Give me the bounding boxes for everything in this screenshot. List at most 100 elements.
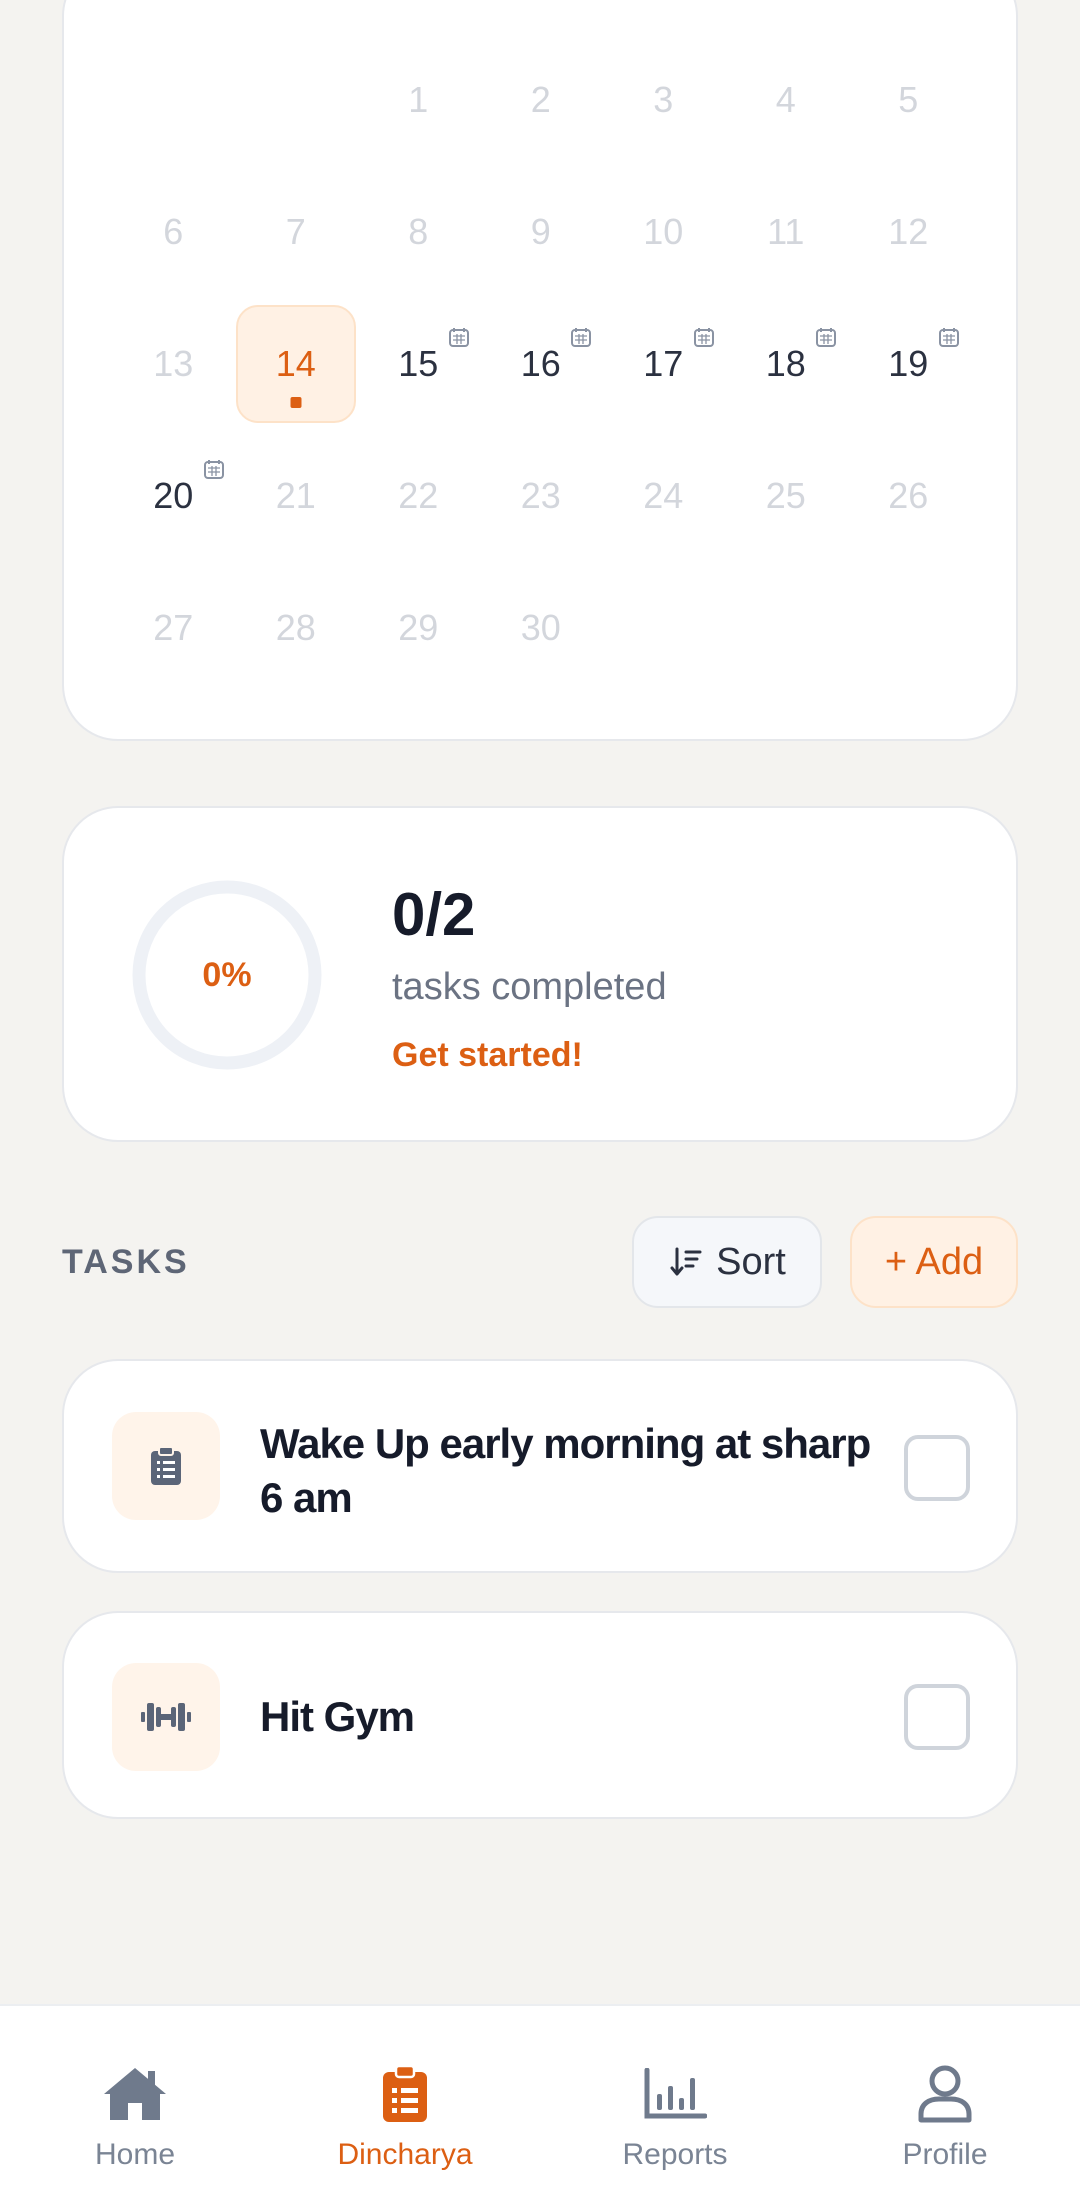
calendar-day-number: 16 [520, 343, 561, 384]
calendar-day[interactable]: 4 [725, 34, 848, 166]
calendar-day-number: 15 [398, 343, 439, 384]
sort-button[interactable]: Sort [632, 1216, 822, 1308]
task-item[interactable]: Wake Up early morning at sharp 6 am [62, 1359, 1018, 1573]
calendar-day-number: 17 [643, 343, 684, 384]
calendar-day-number: 14 [275, 343, 316, 384]
calendar-day[interactable]: 16 [480, 298, 603, 430]
calendar-day[interactable]: 26 [847, 430, 970, 562]
calendar-empty-cell [235, 34, 358, 166]
progress-percent: 0% [202, 955, 252, 994]
task-label: Wake Up early morning at sharp 6 am [260, 1420, 871, 1521]
calendar-event-icon [571, 328, 591, 347]
calendar-day-number: 6 [163, 211, 184, 252]
calendar-day-number: 11 [767, 211, 805, 252]
calendar-day-number: 3 [653, 79, 674, 120]
calendar-day[interactable]: 8 [357, 166, 480, 298]
calendar-day-number: 22 [398, 475, 439, 516]
calendar-event-icon [203, 460, 224, 479]
calendar-day-number: 28 [275, 607, 316, 648]
nav-label: Reports [622, 2138, 728, 2171]
calendar-day[interactable]: 17 [602, 298, 725, 430]
calendar-event-icon [448, 328, 469, 347]
tasks-completed-label: tasks completed [392, 966, 667, 1008]
calendar-day-number: 2 [530, 79, 551, 120]
calendar-day-number: 10 [643, 211, 684, 252]
calendar-day-number: 9 [530, 211, 551, 252]
calendar-grid: 1 2 3 4 5 6 7 8 9 10 11 12 13 14 15 16 17 18 19 20 21 22 23 24 2… [62, 34, 1018, 694]
calendar-day[interactable]: 13 [112, 298, 235, 430]
calendar-day[interactable]: 14 [235, 298, 358, 430]
dumbbell-icon [112, 1663, 220, 1771]
calendar-event-icon [816, 328, 836, 347]
add-task-button[interactable]: + Add [850, 1216, 1018, 1308]
calendar-day[interactable]: 22 [357, 430, 480, 562]
calendar-day-number: 5 [898, 79, 919, 120]
calendar-day-number: 21 [275, 475, 316, 516]
calendar-empty-cell [847, 562, 970, 694]
calendar-day[interactable]: 15 [357, 298, 480, 430]
calendar-day-number: 24 [643, 475, 684, 516]
calendar-empty-cell [725, 562, 848, 694]
calendar-event-icon [693, 328, 714, 347]
calendar-empty-cell [112, 34, 235, 166]
calendar-day[interactable]: 3 [602, 34, 725, 166]
nav-item-home[interactable]: Home [0, 2006, 270, 2199]
calendar-day-number: 29 [398, 607, 439, 648]
task-checkbox[interactable] [904, 1684, 970, 1750]
calendar-day-number: 30 [520, 607, 561, 648]
nav-item-profile[interactable]: Profile [810, 2006, 1080, 2199]
calendar-day-number: 8 [408, 211, 429, 252]
tasks-count: 0/2 [392, 881, 476, 948]
calendar-day[interactable]: 23 [480, 430, 603, 562]
calendar-day[interactable]: 2 [480, 34, 603, 166]
nav-label: Home [94, 2138, 176, 2171]
calendar-day[interactable]: 9 [480, 166, 603, 298]
calendar-day[interactable]: 5 [847, 34, 970, 166]
calendar-day[interactable]: 24 [602, 430, 725, 562]
task-item[interactable]: Hit Gym [62, 1611, 1018, 1819]
task-label: Hit Gym [260, 1693, 415, 1740]
calendar-day[interactable]: 18 [725, 298, 848, 430]
calendar-day-number: 18 [765, 343, 806, 384]
clipboard-list-icon [370, 2062, 440, 2126]
calendar-day-number: 26 [888, 475, 929, 516]
calendar-day-number: 1 [408, 79, 429, 120]
calendar-empty-cell [602, 562, 725, 694]
encouragement-text: Get started! [392, 1036, 583, 1074]
bar-chart-icon [640, 2062, 710, 2126]
calendar-day-number: 23 [520, 475, 561, 516]
calendar-day[interactable]: 7 [235, 166, 358, 298]
calendar-day-number: 7 [285, 211, 306, 252]
calendar-day[interactable]: 30 [480, 562, 603, 694]
user-icon [910, 2062, 980, 2126]
sort-icon [670, 1247, 702, 1276]
calendar-day[interactable]: 11 [725, 166, 848, 298]
calendar-day-number: 20 [153, 475, 194, 516]
calendar-day-number: 25 [765, 475, 806, 516]
calendar-day[interactable]: 27 [112, 562, 235, 694]
calendar-day[interactable]: 6 [112, 166, 235, 298]
calendar-event-icon [938, 328, 959, 347]
nav-item-reports[interactable]: Reports [540, 2006, 810, 2199]
calendar-day[interactable]: 25 [725, 430, 848, 562]
calendar-day-number: 12 [888, 211, 929, 252]
task-checkbox[interactable] [904, 1435, 970, 1501]
sort-label: Sort [716, 1240, 786, 1283]
calendar-day[interactable]: 20 [112, 430, 235, 562]
nav-label: Profile [902, 2138, 988, 2171]
nav-label: Dincharya [337, 2138, 473, 2171]
nav-item-dincharya[interactable]: Dincharya [270, 2006, 540, 2199]
calendar-day-number: 13 [153, 343, 194, 384]
calendar-day[interactable]: 10 [602, 166, 725, 298]
calendar-day-number: 4 [775, 79, 796, 120]
calendar-day[interactable]: 21 [235, 430, 358, 562]
calendar-day[interactable]: 1 [357, 34, 480, 166]
home-icon [100, 2062, 170, 2126]
calendar-day-number: 19 [888, 343, 929, 384]
calendar-day[interactable]: 28 [235, 562, 358, 694]
calendar-day[interactable]: 19 [847, 298, 970, 430]
bottom-nav: Home Dincharya Reports Profile [0, 2004, 1080, 2199]
calendar-day[interactable]: 29 [357, 562, 480, 694]
calendar-day-number: 27 [153, 607, 194, 648]
calendar-day[interactable]: 12 [847, 166, 970, 298]
